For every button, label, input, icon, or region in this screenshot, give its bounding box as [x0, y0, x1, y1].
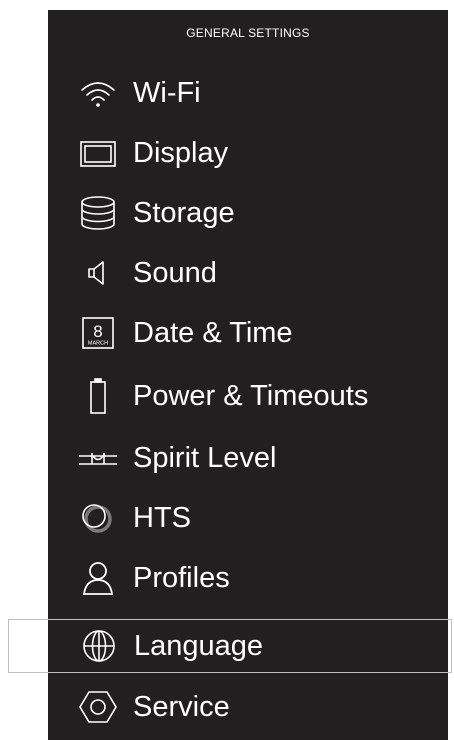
menu-item-sound[interactable]: Sound [48, 245, 448, 301]
menu-item-power-timeouts[interactable]: Power & Timeouts [48, 368, 448, 424]
calendar-icon: 8 MARCH [78, 313, 118, 353]
menu-item-language[interactable]: Language [8, 619, 452, 673]
display-icon [78, 133, 118, 173]
menu-item-label: Language [134, 630, 264, 662]
calendar-day-text: 8 [93, 322, 102, 341]
menu-item-date-time[interactable]: 8 MARCH Date & Time [48, 305, 448, 361]
globe-icon [79, 626, 119, 666]
calendar-month-text: MARCH [88, 341, 108, 347]
menu-item-service[interactable]: Service [48, 679, 448, 735]
menu-item-display[interactable]: Display [48, 125, 448, 181]
menu-item-label: Date & Time [133, 317, 293, 349]
nut-icon [78, 687, 118, 727]
menu-item-label: Wi-Fi [133, 77, 201, 109]
hts-icon [78, 498, 118, 538]
storage-icon [78, 193, 118, 233]
menu-item-label: Power & Timeouts [133, 380, 369, 412]
menu-item-profiles[interactable]: Profiles [48, 550, 448, 606]
person-icon [78, 558, 118, 598]
spirit-level-icon [78, 438, 118, 478]
menu-item-spirit-level[interactable]: Spirit Level [48, 430, 448, 486]
menu-item-wifi[interactable]: Wi-Fi [48, 65, 448, 121]
battery-icon [78, 376, 118, 416]
menu-item-label: Sound [133, 257, 217, 289]
menu-item-label: Display [133, 137, 229, 169]
settings-menu: Wi-Fi Display Storage Sound 8 MARCH Date… [0, 0, 454, 740]
menu-item-label: HTS [133, 502, 191, 534]
menu-item-hts[interactable]: HTS [48, 490, 448, 546]
menu-item-label: Service [133, 691, 230, 723]
menu-item-label: Spirit Level [133, 442, 277, 474]
menu-item-label: Storage [133, 197, 235, 229]
menu-item-storage[interactable]: Storage [48, 185, 448, 241]
speaker-icon [78, 253, 118, 293]
wifi-icon [78, 73, 118, 113]
menu-item-label: Profiles [133, 562, 230, 594]
